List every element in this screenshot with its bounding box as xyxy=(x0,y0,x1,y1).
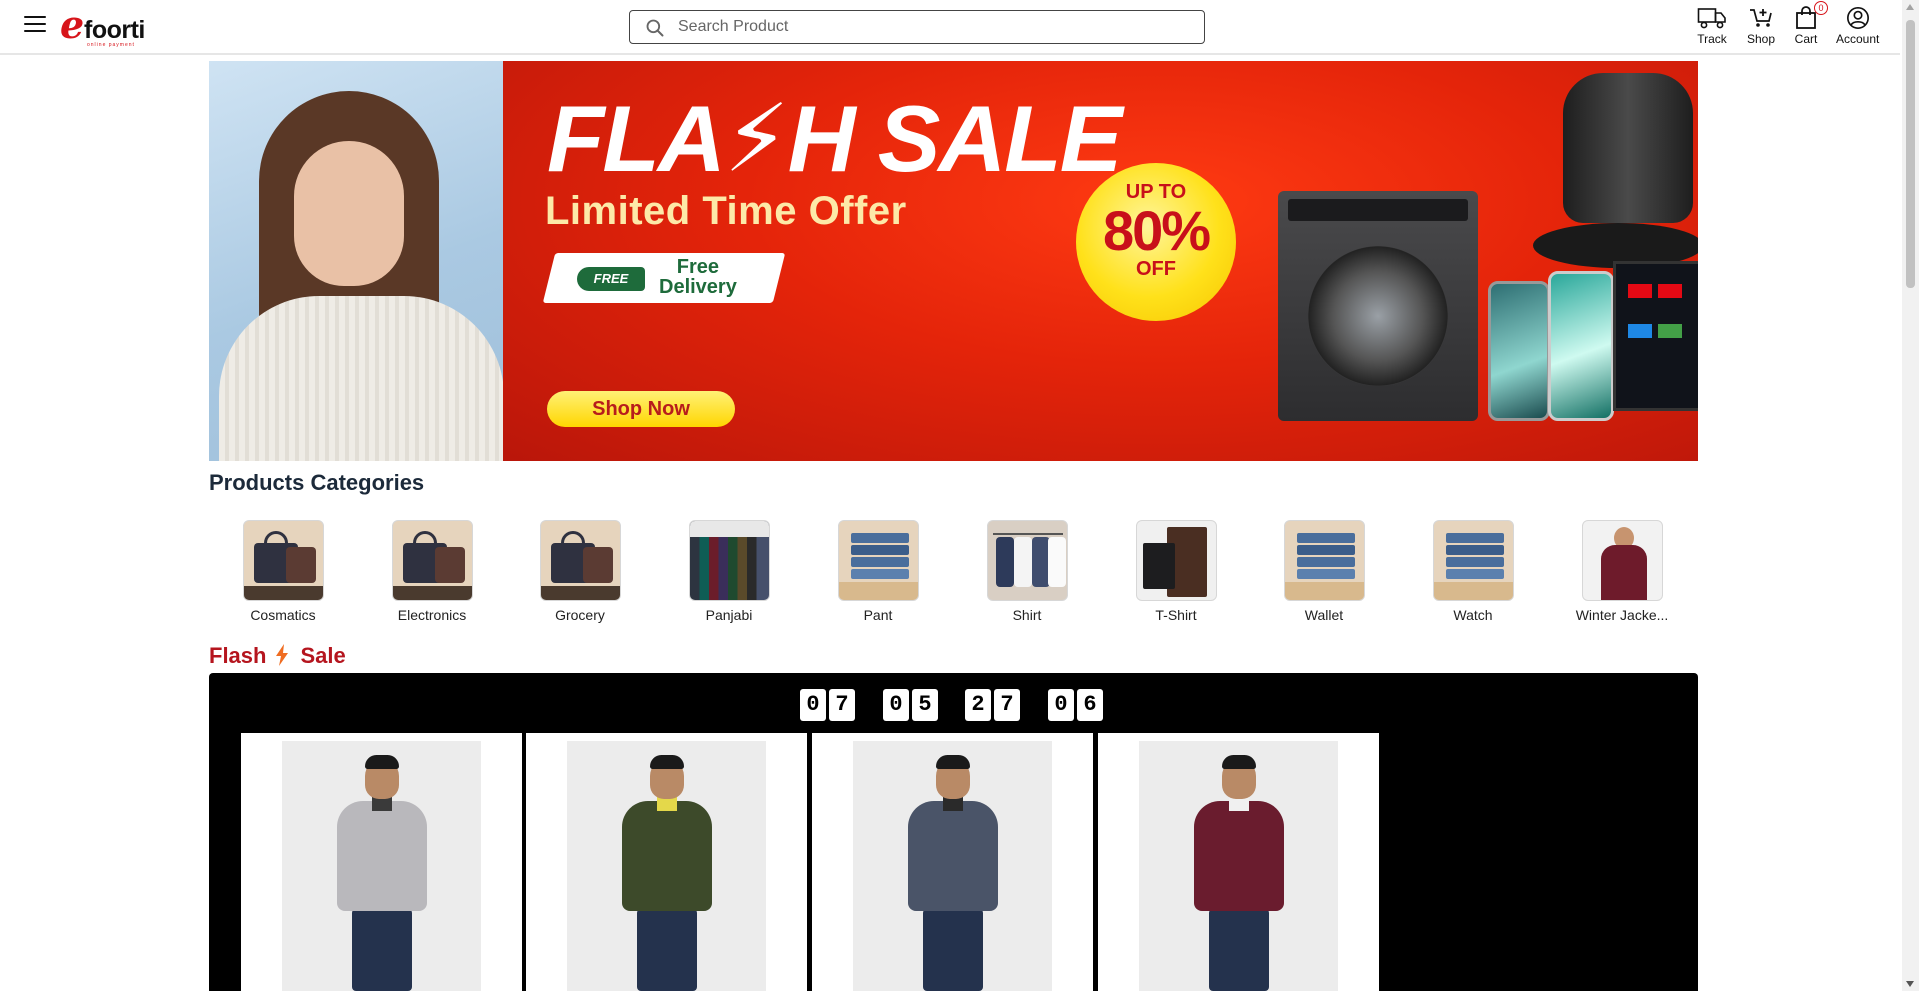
product-image xyxy=(1139,741,1338,991)
banner-title: FLA⚡H SALE xyxy=(547,86,1122,191)
timer-digit: 5 xyxy=(912,689,938,721)
product-image xyxy=(567,741,766,991)
nav-cart[interactable]: 0 Cart xyxy=(1794,1,1828,46)
smartphone-image xyxy=(1548,271,1614,421)
category-image xyxy=(1581,520,1663,601)
category-label: Grocery xyxy=(555,607,605,623)
product-image xyxy=(282,741,481,991)
category-label: T-Shirt xyxy=(1155,607,1197,623)
free-delivery-badge: FREE Free Delivery xyxy=(542,253,786,303)
scroll-down-arrow-icon[interactable] xyxy=(1906,981,1914,987)
category-pant[interactable]: Pant xyxy=(813,520,943,623)
timer-digit: 7 xyxy=(994,689,1020,721)
nav-track-label: Track xyxy=(1697,32,1727,46)
banner-model-photo xyxy=(209,61,503,461)
timer-digit: 2 xyxy=(965,689,991,721)
nav-cart-label: Cart xyxy=(1794,32,1818,46)
category-label: Watch xyxy=(1453,607,1493,623)
cart-count-badge: 0 xyxy=(1814,1,1828,15)
flash-product-card[interactable] xyxy=(526,733,807,991)
search-icon xyxy=(646,19,664,37)
flash-sale-banner: FLA⚡H SALE Limited Time Offer FREE Free … xyxy=(503,61,1698,461)
category-image xyxy=(837,520,919,601)
product-image xyxy=(853,741,1052,991)
category-image xyxy=(1135,520,1217,601)
category-panjabi[interactable]: Panjabi xyxy=(664,520,794,623)
timer-digit: 6 xyxy=(1077,689,1103,721)
discount-badge: UP TO 80% OFF xyxy=(1076,163,1236,321)
nav-account[interactable]: Account xyxy=(1836,6,1879,46)
lightning-icon xyxy=(276,644,289,666)
user-icon xyxy=(1846,7,1869,29)
category-label: Winter Jacke... xyxy=(1575,607,1669,623)
category-shirt[interactable]: Shirt xyxy=(962,520,1092,623)
timer-digit: 0 xyxy=(1048,689,1074,721)
flash-sale-title: Flash Sale xyxy=(209,643,346,668)
logo-tagline: online payment xyxy=(87,42,135,48)
menu-icon[interactable] xyxy=(24,16,46,34)
category-watch[interactable]: Watch xyxy=(1408,520,1538,623)
category-label: Shirt xyxy=(1012,607,1042,623)
hero-banner[interactable]: FLA⚡H SALE Limited Time Offer FREE Free … xyxy=(209,61,1698,461)
banner-subtitle: Limited Time Offer xyxy=(545,189,907,233)
category-t-shirt[interactable]: T-Shirt xyxy=(1111,520,1241,623)
category-image xyxy=(539,520,621,601)
shop-cart-icon xyxy=(1750,9,1772,27)
flash-product-card[interactable] xyxy=(241,733,522,991)
top-header: e foorti online payment Track Shop xyxy=(0,0,1900,55)
category-label: Panjabi xyxy=(705,607,753,623)
timer-digit: 0 xyxy=(883,689,909,721)
category-image xyxy=(986,520,1068,601)
flash-product-card[interactable] xyxy=(1098,733,1379,991)
page-scrollbar[interactable] xyxy=(1902,0,1919,991)
television-image xyxy=(1613,261,1698,411)
category-image xyxy=(1283,520,1365,601)
search-bar[interactable] xyxy=(629,10,1205,44)
flash-product-card[interactable] xyxy=(812,733,1093,991)
timer-digit: 0 xyxy=(800,689,826,721)
category-label: Pant xyxy=(863,607,893,623)
categories-title: Products Categories xyxy=(209,470,425,495)
category-label: Cosmatics xyxy=(250,607,316,623)
category-grocery[interactable]: Grocery xyxy=(515,520,645,623)
scroll-up-arrow-icon[interactable] xyxy=(1906,4,1914,10)
category-image xyxy=(242,520,324,601)
category-cosmatics[interactable]: Cosmatics xyxy=(218,520,348,623)
category-label: Electronics xyxy=(397,607,467,623)
scrollbar-thumb[interactable] xyxy=(1906,20,1915,288)
washing-machine-image xyxy=(1278,191,1478,421)
site-logo[interactable]: e foorti online payment xyxy=(60,6,155,49)
category-label: Wallet xyxy=(1304,607,1344,623)
nav-shop[interactable]: Shop xyxy=(1747,6,1775,46)
nav-shop-label: Shop xyxy=(1747,32,1776,46)
category-image xyxy=(391,520,473,601)
shop-now-button[interactable]: Shop Now xyxy=(547,391,735,427)
category-image xyxy=(1432,520,1514,601)
truck-icon xyxy=(1697,8,1726,29)
category-wallet[interactable]: Wallet xyxy=(1259,520,1389,623)
search-input[interactable] xyxy=(678,15,1188,39)
category-winter-jacket[interactable]: Winter Jacke... xyxy=(1557,520,1687,623)
category-image xyxy=(688,520,770,601)
timer-digit: 7 xyxy=(829,689,855,721)
nav-account-label: Account xyxy=(1836,32,1880,46)
smartphone-image xyxy=(1488,281,1550,421)
nav-track[interactable]: Track xyxy=(1697,6,1727,46)
category-electronics[interactable]: Electronics xyxy=(367,520,497,623)
free-delivery-truck-icon: FREE xyxy=(577,267,645,291)
office-chair-image xyxy=(1533,73,1698,293)
